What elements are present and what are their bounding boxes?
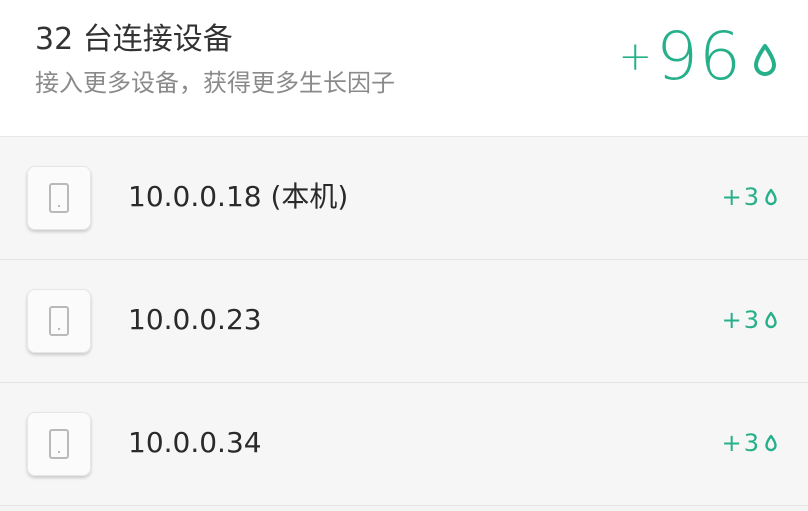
connected-devices-title: 32 台连接设备	[35, 22, 233, 57]
total-reward-plus: +	[618, 34, 653, 80]
device-row[interactable]: 10.0.0.23 +3	[0, 260, 808, 383]
phone-icon	[49, 429, 69, 459]
phone-icon	[49, 306, 69, 336]
device-tile	[27, 412, 91, 476]
device-tile	[27, 166, 91, 230]
device-tile	[27, 289, 91, 353]
water-drop-icon	[754, 44, 776, 76]
water-drop-icon	[765, 434, 777, 452]
total-reward-value: 96	[656, 18, 742, 95]
device-reward: +3	[722, 306, 778, 334]
devices-summary-header: 32 台连接设备 接入更多设备，获得更多生长因子 + 96	[0, 0, 808, 137]
device-reward: +3	[722, 429, 778, 457]
device-list: 10.0.0.18 (本机) +3 10.0.0.23 +3 10.0.0.34…	[0, 137, 808, 506]
device-row[interactable]: 10.0.0.18 (本机) +3	[0, 137, 808, 260]
device-reward-value: +3	[721, 306, 761, 334]
connected-devices-subtitle: 接入更多设备，获得更多生长因子	[35, 69, 395, 97]
device-row[interactable]: 10.0.0.34 +3	[0, 383, 808, 506]
device-reward: +3	[722, 183, 778, 211]
device-ip: 10.0.0.23	[128, 303, 262, 336]
device-ip: 10.0.0.18 (本机)	[128, 180, 349, 213]
device-reward-value: +3	[721, 183, 761, 211]
water-drop-icon	[765, 311, 777, 329]
device-reward-value: +3	[721, 429, 761, 457]
phone-icon	[49, 183, 69, 213]
device-ip: 10.0.0.34	[128, 426, 262, 459]
water-drop-icon	[765, 188, 777, 206]
total-reward: + 96	[619, 22, 779, 92]
